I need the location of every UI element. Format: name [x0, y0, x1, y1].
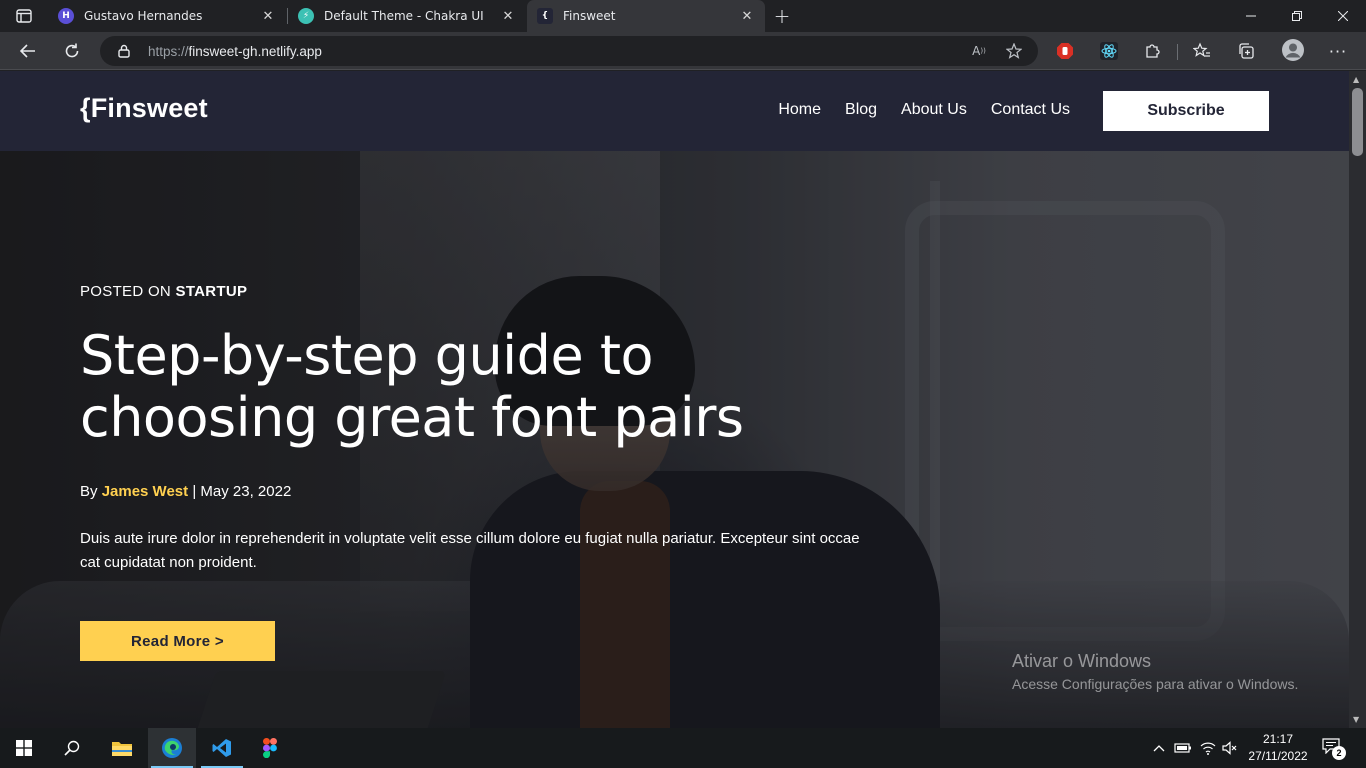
- nav-contact-us[interactable]: Contact Us: [991, 101, 1070, 119]
- wifi-icon[interactable]: [1199, 740, 1217, 756]
- nav-blog[interactable]: Blog: [845, 101, 877, 119]
- search-icon[interactable]: [48, 728, 96, 768]
- windows-activation-watermark: Ativar o Windows Acesse Configurações pa…: [1012, 651, 1298, 692]
- figma-icon[interactable]: [246, 728, 294, 768]
- tab-label: Gustavo Hernandes: [84, 9, 203, 23]
- url-host: finsweet-gh.netlify.app: [188, 43, 322, 59]
- battery-icon[interactable]: [1174, 740, 1192, 756]
- read-aloud-icon[interactable]: A)): [970, 43, 988, 59]
- site-header: {Finsweet Home Blog About Us Contact Us …: [0, 71, 1349, 151]
- address-bar[interactable]: https://finsweet-gh.netlify.app A)): [100, 36, 1038, 66]
- adblock-extension-icon[interactable]: [1055, 41, 1075, 61]
- refresh-icon[interactable]: [57, 37, 87, 65]
- windows-taskbar: 21:17 27/11/2022 2: [0, 728, 1366, 768]
- page-scrollbar[interactable]: ▲ ▼: [1349, 71, 1366, 728]
- posted-on-label: POSTED ON STARTUP: [80, 283, 247, 300]
- finsweet-favicon-icon: {: [537, 8, 553, 24]
- scroll-up-arrow-icon[interactable]: ▲: [1353, 75, 1359, 84]
- nav-home[interactable]: Home: [778, 101, 821, 119]
- watermark-title: Ativar o Windows: [1012, 651, 1152, 671]
- watermark-subtitle: Acesse Configurações para ativar o Windo…: [1012, 676, 1299, 692]
- scroll-down-arrow-icon[interactable]: ▼: [1353, 715, 1359, 724]
- clock-time: 21:17: [1262, 732, 1294, 746]
- close-icon[interactable]: ✕: [500, 8, 516, 24]
- chakra-favicon-icon: ⚡: [298, 8, 314, 24]
- read-more-button[interactable]: Read More >: [80, 621, 275, 661]
- gustavo-favicon-icon: H: [58, 8, 74, 24]
- post-category[interactable]: STARTUP: [176, 283, 248, 300]
- new-tab-button[interactable]: +: [770, 4, 794, 28]
- toolbar-divider: [1177, 44, 1178, 60]
- main-nav: Home Blog About Us Contact Us: [778, 101, 1070, 119]
- edge-browser-icon[interactable]: [148, 728, 196, 768]
- close-window-button[interactable]: [1320, 0, 1366, 32]
- extensions-puzzle-icon[interactable]: [1143, 41, 1163, 61]
- by-prefix: By: [80, 483, 98, 500]
- subscribe-button[interactable]: Subscribe: [1103, 91, 1269, 131]
- posted-prefix: POSTED ON: [80, 283, 172, 300]
- post-author[interactable]: James West: [102, 483, 188, 500]
- file-explorer-icon[interactable]: [98, 728, 146, 768]
- scrollbar-thumb[interactable]: [1352, 88, 1363, 156]
- lock-icon[interactable]: [118, 44, 134, 58]
- back-icon[interactable]: [13, 37, 43, 65]
- profile-avatar-icon[interactable]: [1281, 38, 1305, 62]
- nav-about-us[interactable]: About Us: [901, 101, 967, 119]
- minimize-button[interactable]: [1228, 0, 1274, 32]
- notification-count-badge: 2: [1332, 746, 1346, 760]
- url-text: https://finsweet-gh.netlify.app: [148, 44, 322, 59]
- post-date: May 23, 2022: [200, 483, 292, 500]
- byline-separator: |: [192, 483, 197, 500]
- tab-gustavo-hernandes[interactable]: H Gustavo Hernandes ✕: [48, 0, 286, 32]
- taskbar-clock[interactable]: 21:17 27/11/2022: [1242, 731, 1314, 765]
- close-icon[interactable]: ✕: [739, 8, 755, 24]
- volume-muted-icon[interactable]: [1221, 740, 1239, 756]
- chevron-up-icon[interactable]: [1150, 740, 1168, 756]
- notification-center-icon[interactable]: 2: [1322, 738, 1346, 760]
- post-excerpt: Duis aute irure dolor in reprehenderit i…: [80, 530, 860, 571]
- collections-icon[interactable]: [1236, 41, 1256, 61]
- favorites-icon[interactable]: [1192, 41, 1212, 61]
- tab-actions-icon[interactable]: [8, 4, 40, 28]
- tab-label: Finsweet: [563, 9, 616, 23]
- tab-label: Default Theme - Chakra UI: [324, 9, 484, 23]
- url-scheme: https://: [148, 43, 189, 59]
- tab-finsweet[interactable]: { Finsweet ✕: [527, 0, 765, 32]
- post-byline: By James West | May 23, 2022: [80, 483, 291, 500]
- more-options-icon[interactable]: ···: [1328, 41, 1348, 61]
- site-logo[interactable]: {Finsweet: [80, 93, 208, 124]
- restore-button[interactable]: [1274, 0, 1320, 32]
- clock-date: 27/11/2022: [1248, 749, 1308, 763]
- add-favorite-icon[interactable]: [1005, 43, 1023, 59]
- browser-tab-strip: H Gustavo Hernandes ✕ ⚡ Default Theme - …: [0, 0, 1366, 32]
- vscode-icon[interactable]: [198, 728, 246, 768]
- post-title: Step-by-step guide to choosing great fon…: [80, 324, 744, 449]
- start-button[interactable]: [0, 728, 48, 768]
- react-devtools-icon[interactable]: [1099, 41, 1119, 61]
- tab-chakra-ui[interactable]: ⚡ Default Theme - Chakra UI ✕: [288, 0, 526, 32]
- browser-toolbar: https://finsweet-gh.netlify.app A)) ···: [0, 32, 1366, 70]
- page-viewport: {Finsweet Home Blog About Us Contact Us …: [0, 71, 1366, 728]
- close-icon[interactable]: ✕: [260, 8, 276, 24]
- hero-section: POSTED ON STARTUP Step-by-step guide to …: [0, 151, 1349, 728]
